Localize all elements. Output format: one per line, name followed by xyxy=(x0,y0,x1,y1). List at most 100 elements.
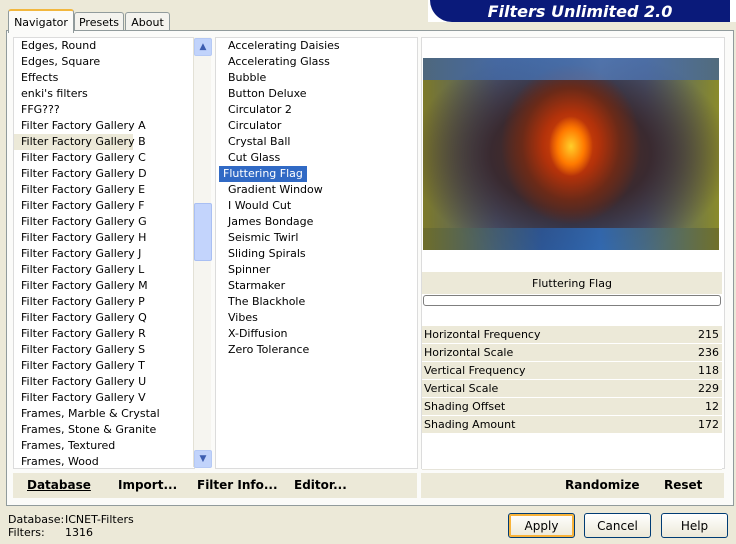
category-item[interactable]: Filter Factory Gallery E xyxy=(14,182,194,198)
filter-item[interactable]: Crystal Ball xyxy=(216,134,417,150)
status-filters: Filters: 1316 xyxy=(8,526,93,539)
filter-item-label: Crystal Ball xyxy=(228,135,291,148)
filter-item[interactable]: Button Deluxe xyxy=(216,86,417,102)
filter-item-label: The Blackhole xyxy=(228,295,306,308)
scroll-down-arrow-icon[interactable]: ▼ xyxy=(194,450,212,468)
filter-item-label: Fluttering Flag xyxy=(219,166,307,182)
filter-item-label: Starmaker xyxy=(228,279,286,292)
category-item[interactable]: Filter Factory Gallery M xyxy=(14,278,194,294)
category-item[interactable]: Edges, Square xyxy=(14,54,194,70)
editor-button[interactable]: Editor... xyxy=(294,478,347,492)
filter-item[interactable]: Spinner xyxy=(216,262,417,278)
filter-item-label: Zero Tolerance xyxy=(228,343,310,356)
filter-item[interactable]: Fluttering Flag xyxy=(216,166,417,182)
scroll-up-arrow-icon[interactable]: ▲ xyxy=(194,38,212,56)
preview-filter-name: Fluttering Flag xyxy=(422,272,722,294)
tab-about[interactable]: About xyxy=(125,12,170,31)
database-label: Database: xyxy=(8,513,65,526)
filter-item[interactable]: Bubble xyxy=(216,70,417,86)
filter-item[interactable]: Starmaker xyxy=(216,278,417,294)
category-item[interactable]: Filter Factory Gallery J xyxy=(14,246,194,262)
randomize-button[interactable]: Randomize xyxy=(565,478,639,492)
category-item[interactable]: Filter Factory Gallery V xyxy=(14,390,194,406)
param-row[interactable]: Vertical Frequency 118 xyxy=(422,362,722,380)
param-value: 12 xyxy=(705,400,719,413)
category-item[interactable]: Filter Factory Gallery Q xyxy=(14,310,194,326)
filter-item[interactable]: I Would Cut xyxy=(216,198,417,214)
filter-info-button[interactable]: Filter Info... xyxy=(197,478,278,492)
filter-item-label: Cut Glass xyxy=(228,151,281,164)
filter-item[interactable]: James Bondage xyxy=(216,214,417,230)
filter-item-label: Circulator xyxy=(228,119,282,132)
category-item[interactable]: Filter Factory Gallery P xyxy=(14,294,194,310)
category-item[interactable]: Frames, Stone & Granite xyxy=(14,422,194,438)
category-item[interactable]: Filter Factory Gallery C xyxy=(14,150,194,166)
filters-value: 1316 xyxy=(65,526,93,539)
filter-item[interactable]: Gradient Window xyxy=(216,182,417,198)
filter-item[interactable]: Seismic Twirl xyxy=(216,230,417,246)
filter-item-label: Bubble xyxy=(228,71,267,84)
category-item[interactable]: Effects xyxy=(14,70,194,86)
param-value: 118 xyxy=(698,364,719,377)
param-row[interactable]: Shading Amount 172 xyxy=(422,416,722,434)
category-item[interactable]: Frames, Wood xyxy=(14,454,194,468)
category-item[interactable]: FFG??? xyxy=(14,102,194,118)
filter-item[interactable]: Accelerating Glass xyxy=(216,54,417,70)
progress-bar xyxy=(423,295,721,306)
param-label: Shading Amount xyxy=(424,418,516,431)
param-row[interactable]: Vertical Scale 229 xyxy=(422,380,722,398)
param-label: Horizontal Scale xyxy=(424,346,514,359)
tab-presets[interactable]: Presets xyxy=(74,12,124,31)
category-item[interactable]: Frames, Marble & Crystal xyxy=(14,406,194,422)
filter-item-label: I Would Cut xyxy=(228,199,292,212)
scroll-thumb[interactable] xyxy=(194,203,212,261)
filter-item[interactable]: X-Diffusion xyxy=(216,326,417,342)
filters-label: Filters: xyxy=(8,526,45,539)
filter-item-label: Spinner xyxy=(228,263,271,276)
category-scrollbar[interactable]: ▲ ▼ xyxy=(193,37,212,468)
category-item[interactable]: Filter Factory Gallery U xyxy=(14,374,194,390)
param-row[interactable]: Shading Offset 12 xyxy=(422,398,722,416)
param-label: Shading Offset xyxy=(424,400,506,413)
filter-item[interactable]: Circulator 2 xyxy=(216,102,417,118)
filter-item-label: Circulator 2 xyxy=(228,103,292,116)
category-item[interactable]: Filter Factory Gallery D xyxy=(14,166,194,182)
filter-item-label: X-Diffusion xyxy=(228,327,288,340)
filter-item[interactable]: Vibes xyxy=(216,310,417,326)
filter-list[interactable]: Accelerating Daisies Accelerating Glass Bu… xyxy=(215,37,418,469)
cancel-button[interactable]: Cancel xyxy=(584,513,651,538)
filter-item[interactable]: Circulator xyxy=(216,118,417,134)
reset-button[interactable]: Reset xyxy=(664,478,702,492)
param-value: 215 xyxy=(698,328,719,341)
filter-item[interactable]: Accelerating Daisies xyxy=(216,38,417,54)
category-item[interactable]: Frames, Textured xyxy=(14,438,194,454)
category-item[interactable]: Filter Factory Gallery T xyxy=(14,358,194,374)
category-item[interactable]: Filter Factory Gallery B xyxy=(14,134,146,150)
filter-item[interactable]: Sliding Spirals xyxy=(216,246,417,262)
help-button[interactable]: Help xyxy=(661,513,728,538)
param-row[interactable]: Horizontal Scale 236 xyxy=(422,344,722,362)
category-list[interactable]: Edges, Round Edges, Square Effects enki's f… xyxy=(13,37,195,469)
param-label: Vertical Scale xyxy=(424,382,499,395)
category-item[interactable]: Filter Factory Gallery F xyxy=(14,198,194,214)
param-row[interactable]: Horizontal Frequency 215 xyxy=(422,326,722,344)
category-item[interactable]: Filter Factory Gallery R xyxy=(14,326,194,342)
category-item[interactable]: Filter Factory Gallery A xyxy=(14,118,194,134)
category-item[interactable]: enki's filters xyxy=(14,86,194,102)
category-item[interactable]: Filter Factory Gallery S xyxy=(14,342,194,358)
apply-button[interactable]: Apply xyxy=(508,513,575,538)
category-item[interactable]: Filter Factory Gallery H xyxy=(14,230,194,246)
filter-item[interactable]: Zero Tolerance xyxy=(216,342,417,358)
import-button[interactable]: Import... xyxy=(118,478,177,492)
category-item[interactable]: Edges, Round xyxy=(14,38,194,54)
filter-item[interactable]: The Blackhole xyxy=(216,294,417,310)
database-value: ICNET-Filters xyxy=(65,513,134,526)
title-banner: Filters Unlimited 2.0 xyxy=(428,0,736,22)
tab-navigator[interactable]: Navigator xyxy=(8,9,74,33)
database-button[interactable]: Database xyxy=(27,478,91,492)
filter-item-label: Accelerating Glass xyxy=(228,55,330,68)
filter-item[interactable]: Cut Glass xyxy=(216,150,417,166)
category-item[interactable]: Filter Factory Gallery G xyxy=(14,214,194,230)
status-database: Database: ICNET-Filters xyxy=(8,513,134,526)
category-item[interactable]: Filter Factory Gallery L xyxy=(14,262,194,278)
